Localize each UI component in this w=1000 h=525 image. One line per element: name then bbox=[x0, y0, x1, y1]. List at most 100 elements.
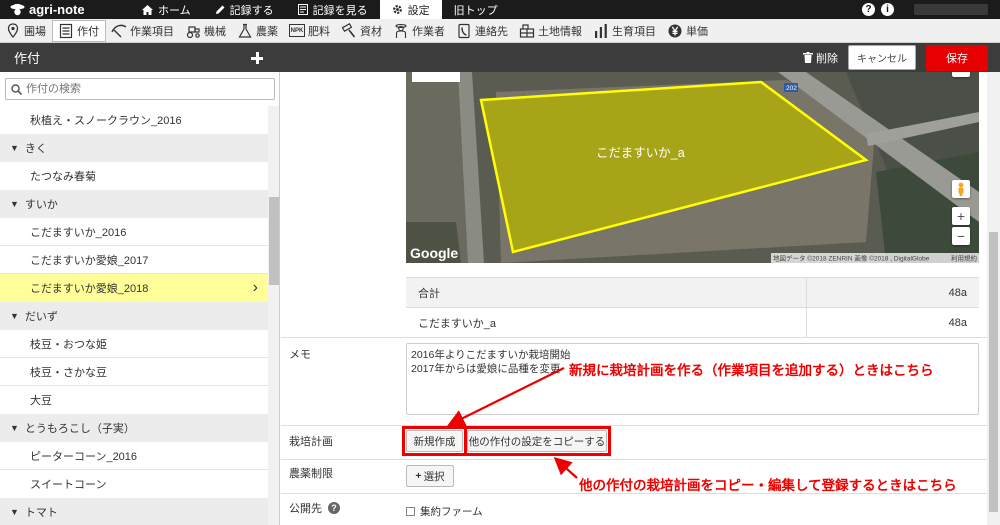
tree-item[interactable]: 大豆 bbox=[0, 386, 268, 414]
app-logo-text: agri-note bbox=[29, 2, 85, 17]
map-pin-icon bbox=[7, 22, 19, 38]
tree-label: 大豆 bbox=[30, 395, 52, 407]
home-icon bbox=[142, 4, 153, 15]
category-field-label: 圃場 bbox=[24, 25, 46, 38]
tree-group[interactable]: ▼ とうもろこし（子実） bbox=[0, 414, 268, 442]
crop-tree-list: 秋植え・スノークラウン_2016 ▼ きくたつなみ春菊 ▼ すいかこだますいか_2016… bbox=[0, 106, 268, 525]
category-material-label: 資材 bbox=[360, 25, 382, 38]
tree-item[interactable]: 秋植え・スノークラウン_2016 bbox=[0, 106, 268, 134]
tree-label: すいか bbox=[24, 199, 58, 211]
tree-item[interactable]: たつなみ春菊 bbox=[0, 162, 268, 190]
tree-label: たつなみ春菊 bbox=[30, 171, 96, 183]
nav-record[interactable]: 記録する bbox=[203, 0, 286, 19]
fertilizer-icon: NPK bbox=[289, 24, 305, 37]
caret-down-icon[interactable]: ▼ bbox=[10, 507, 19, 517]
caret-down-icon[interactable]: ▼ bbox=[10, 199, 19, 209]
tractor-icon bbox=[186, 25, 200, 38]
tree-group[interactable]: ▼ トマト bbox=[0, 498, 268, 525]
category-land-info[interactable]: 土地情報 bbox=[514, 20, 588, 42]
tree-label: こだますいか_2016 bbox=[30, 226, 127, 239]
app-logo[interactable]: agri-note bbox=[0, 2, 130, 17]
delete-button-label: 削除 bbox=[816, 52, 838, 65]
category-worker[interactable]: 作業者 bbox=[388, 20, 451, 42]
nav-view-records-label: 記録を見る bbox=[312, 4, 368, 17]
copy-plan-arrow bbox=[553, 457, 578, 479]
tree-label: こだますいか愛娘_2018 bbox=[30, 283, 149, 295]
nav-home-label: ホーム bbox=[158, 4, 191, 17]
caret-down-icon[interactable]: ▼ bbox=[10, 143, 19, 153]
tree-group[interactable]: ▼ きく bbox=[0, 134, 268, 162]
nav-settings-label: 設定 bbox=[407, 4, 430, 17]
tree-item[interactable]: こだますいか_2016 bbox=[0, 218, 268, 246]
land-icon bbox=[519, 23, 535, 38]
nav-home[interactable]: ホーム bbox=[130, 0, 203, 19]
tree-item[interactable]: 枝豆・さかな豆 bbox=[0, 358, 268, 386]
yen-icon bbox=[668, 24, 682, 37]
save-button[interactable]: 保存 bbox=[926, 44, 988, 71]
main-scroll-thumb[interactable] bbox=[989, 232, 998, 512]
phone-icon bbox=[458, 23, 470, 38]
tree-label: トマト bbox=[24, 507, 58, 519]
category-fertilizer-label: 肥料 bbox=[308, 25, 330, 38]
annotation-arrows bbox=[447, 367, 578, 479]
category-material[interactable]: 資材 bbox=[336, 20, 388, 42]
info-icon[interactable]: i bbox=[881, 3, 894, 16]
category-work-item[interactable]: 作業項目 bbox=[106, 20, 180, 42]
tree-group[interactable]: ▼ すいか bbox=[0, 190, 268, 218]
nav-old-top[interactable]: 旧トップ bbox=[442, 0, 510, 19]
nav-settings[interactable]: 設定 bbox=[379, 0, 442, 19]
scythe-icon bbox=[111, 24, 127, 37]
sidebar-scrollbar[interactable] bbox=[268, 106, 279, 525]
category-fertilizer[interactable]: NPK 肥料 bbox=[284, 20, 336, 42]
tree-group[interactable]: ▼ だいず bbox=[0, 302, 268, 330]
cancel-button[interactable]: キャンセル bbox=[848, 45, 916, 70]
person-icon bbox=[395, 23, 407, 38]
nav-record-label: 記録する bbox=[229, 4, 274, 17]
tree-label: とうもろこし（子実） bbox=[24, 423, 135, 435]
tree-item[interactable]: ピーターコーン_2016 bbox=[0, 442, 268, 470]
tree-label: 枝豆・さかな豆 bbox=[30, 366, 107, 379]
tree-label: だいず bbox=[24, 311, 58, 323]
caret-down-icon[interactable]: ▼ bbox=[10, 311, 19, 321]
tree-item[interactable]: こだますいか愛娘_2017 bbox=[0, 246, 268, 274]
category-land-info-label: 土地情報 bbox=[538, 25, 582, 38]
delete-button[interactable]: 削除 bbox=[803, 50, 838, 66]
nav-view-records[interactable]: 記録を見る bbox=[286, 0, 380, 19]
category-contact[interactable]: 連絡先 bbox=[451, 20, 514, 42]
category-machine[interactable]: 機械 bbox=[180, 20, 232, 42]
crop-search-input[interactable] bbox=[26, 83, 266, 95]
category-pesticide-label: 農薬 bbox=[256, 25, 278, 38]
caret-down-icon[interactable]: ▼ bbox=[10, 423, 19, 433]
category-crop[interactable]: 作付 bbox=[52, 19, 106, 42]
category-contact-label: 連絡先 bbox=[475, 25, 508, 38]
growth-icon bbox=[595, 23, 607, 38]
category-growth-item[interactable]: 生育項目 bbox=[588, 20, 662, 42]
document-icon bbox=[297, 4, 308, 15]
pencil-icon bbox=[215, 5, 225, 14]
help-icon[interactable]: ? bbox=[862, 3, 875, 16]
category-field[interactable]: 圃場 bbox=[0, 20, 52, 42]
list-icon bbox=[59, 23, 73, 38]
main-panel: 202 地図データ ©2018 ZENRIN 画像 ©2018 , Digita… bbox=[281, 72, 1000, 525]
tree-item[interactable]: スイートコーン bbox=[0, 470, 268, 498]
crop-search-box[interactable] bbox=[5, 78, 275, 100]
nav-old-top-label: 旧トップ bbox=[453, 4, 498, 17]
category-pesticide[interactable]: 農薬 bbox=[232, 20, 284, 42]
top-bar: agri-note ホーム 記録する 記録を見る 設定 旧トップ ? i bbox=[0, 0, 1000, 19]
category-worker-label: 作業者 bbox=[412, 25, 445, 38]
trash-icon bbox=[803, 52, 813, 63]
tree-item[interactable]: 枝豆・おつな姫 bbox=[0, 330, 268, 358]
flask-icon bbox=[238, 23, 252, 38]
top-nav: ホーム 記録する 記録を見る 設定 旧トップ bbox=[130, 0, 510, 19]
header-bar: 作付 削除 キャンセル 保存 bbox=[0, 43, 1000, 72]
category-unit-price-label: 単価 bbox=[686, 25, 708, 38]
user-name-blurred[interactable] bbox=[914, 4, 988, 15]
hammer-icon bbox=[341, 22, 356, 37]
search-icon bbox=[11, 83, 22, 95]
sidebar-scroll-thumb[interactable] bbox=[269, 197, 279, 285]
tree-item-selected[interactable]: こだますいか愛娘_2018 › bbox=[0, 274, 268, 302]
category-unit-price[interactable]: 単価 bbox=[662, 20, 714, 42]
tree-label: 秋植え・スノークラウン_2016 bbox=[30, 115, 182, 127]
add-crop-plus-icon[interactable] bbox=[250, 51, 264, 65]
page-title: 作付 bbox=[14, 51, 41, 66]
